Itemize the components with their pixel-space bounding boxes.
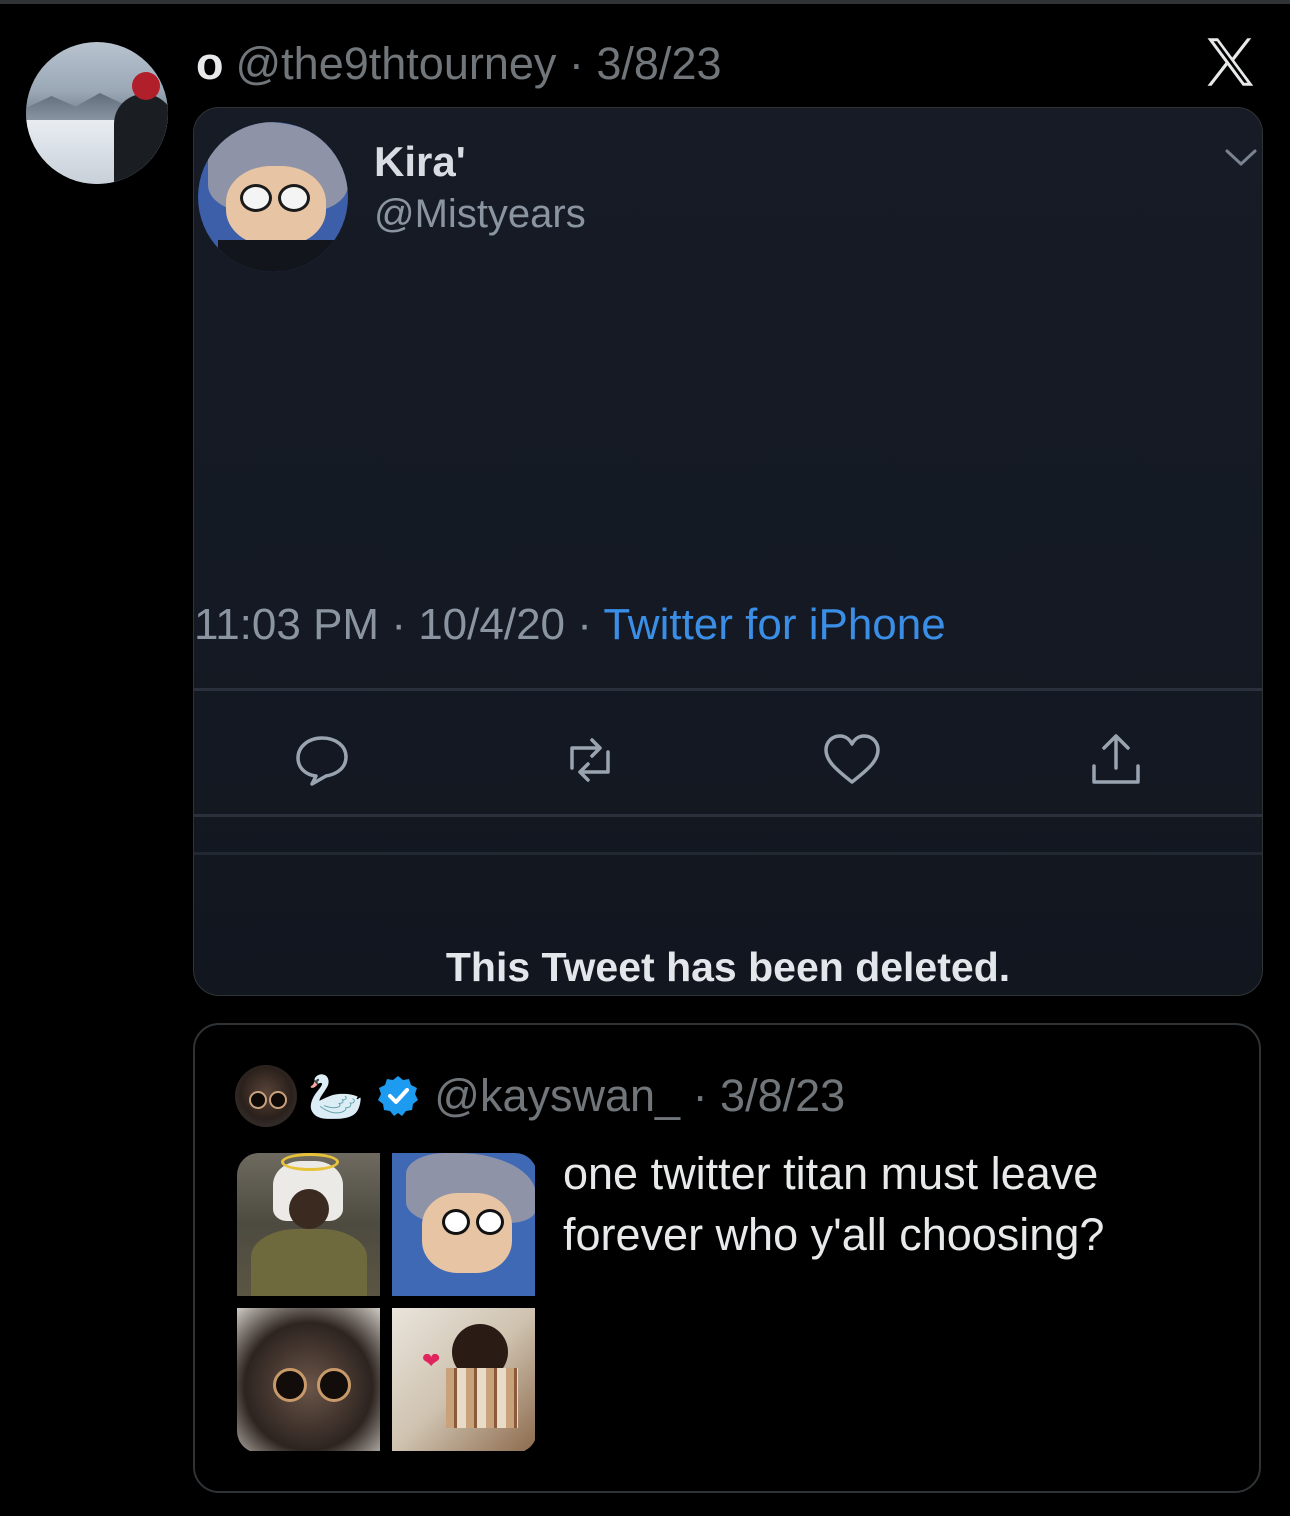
retweet-icon	[570, 738, 610, 782]
quoted-tweet-card[interactable]: 🦢 @kayswan_ · 3/8/23 ❤ one twitter titan…	[193, 1023, 1261, 1493]
deleted-notice: This Tweet has been deleted.	[445, 944, 1011, 990]
author-handle-date[interactable]: @the9thtourney · 3/8/23	[236, 38, 722, 89]
tweet-screenshot-image[interactable]: Kira' @Mistyears 11:03 PM · 10/4/20 · Tw…	[193, 107, 1263, 996]
reply-icon	[296, 736, 348, 786]
screenshot-time: 11:03 PM	[194, 600, 380, 649]
divider	[194, 852, 1262, 855]
author-line: o @the9thtourney · 3/8/23	[196, 36, 722, 92]
screenshot-date: 10/4/20	[418, 600, 566, 649]
kira-avatar	[198, 122, 348, 272]
author-avatar[interactable]	[26, 42, 168, 184]
quote-header: 🦢 @kayswan_ · 3/8/23	[307, 1065, 845, 1127]
screenshot-meta: 11:03 PM · 10/4/20 · Twitter for iPhone	[194, 600, 946, 649]
quote-handle-date[interactable]: @kayswan_ · 3/8/23	[434, 1070, 845, 1122]
top-divider	[0, 0, 1290, 4]
screenshot-display-name: Kira'	[374, 138, 466, 185]
quote-image-4[interactable]: ❤	[392, 1308, 535, 1451]
swan-emoji: 🦢	[307, 1070, 365, 1122]
screenshot-handle: @Mistyears	[374, 192, 586, 236]
screenshot-source: Twitter for iPhone	[603, 600, 946, 649]
divider	[194, 688, 1262, 691]
quote-image-3[interactable]	[237, 1308, 380, 1451]
divider	[194, 814, 1262, 817]
share-icon	[1092, 734, 1140, 784]
chevron-down-icon	[1225, 149, 1257, 166]
quote-author-avatar[interactable]	[235, 1065, 297, 1127]
quote-text: one twitter titan must leave forever who…	[563, 1148, 1105, 1260]
x-logo-icon[interactable]	[1200, 32, 1260, 92]
quote-image-1[interactable]	[237, 1153, 380, 1296]
verified-badge-icon	[378, 1076, 419, 1116]
quote-image-grid[interactable]: ❤	[237, 1153, 537, 1453]
author-display-name[interactable]: o	[196, 38, 224, 89]
quote-image-2[interactable]	[392, 1153, 535, 1296]
like-icon	[824, 734, 880, 784]
